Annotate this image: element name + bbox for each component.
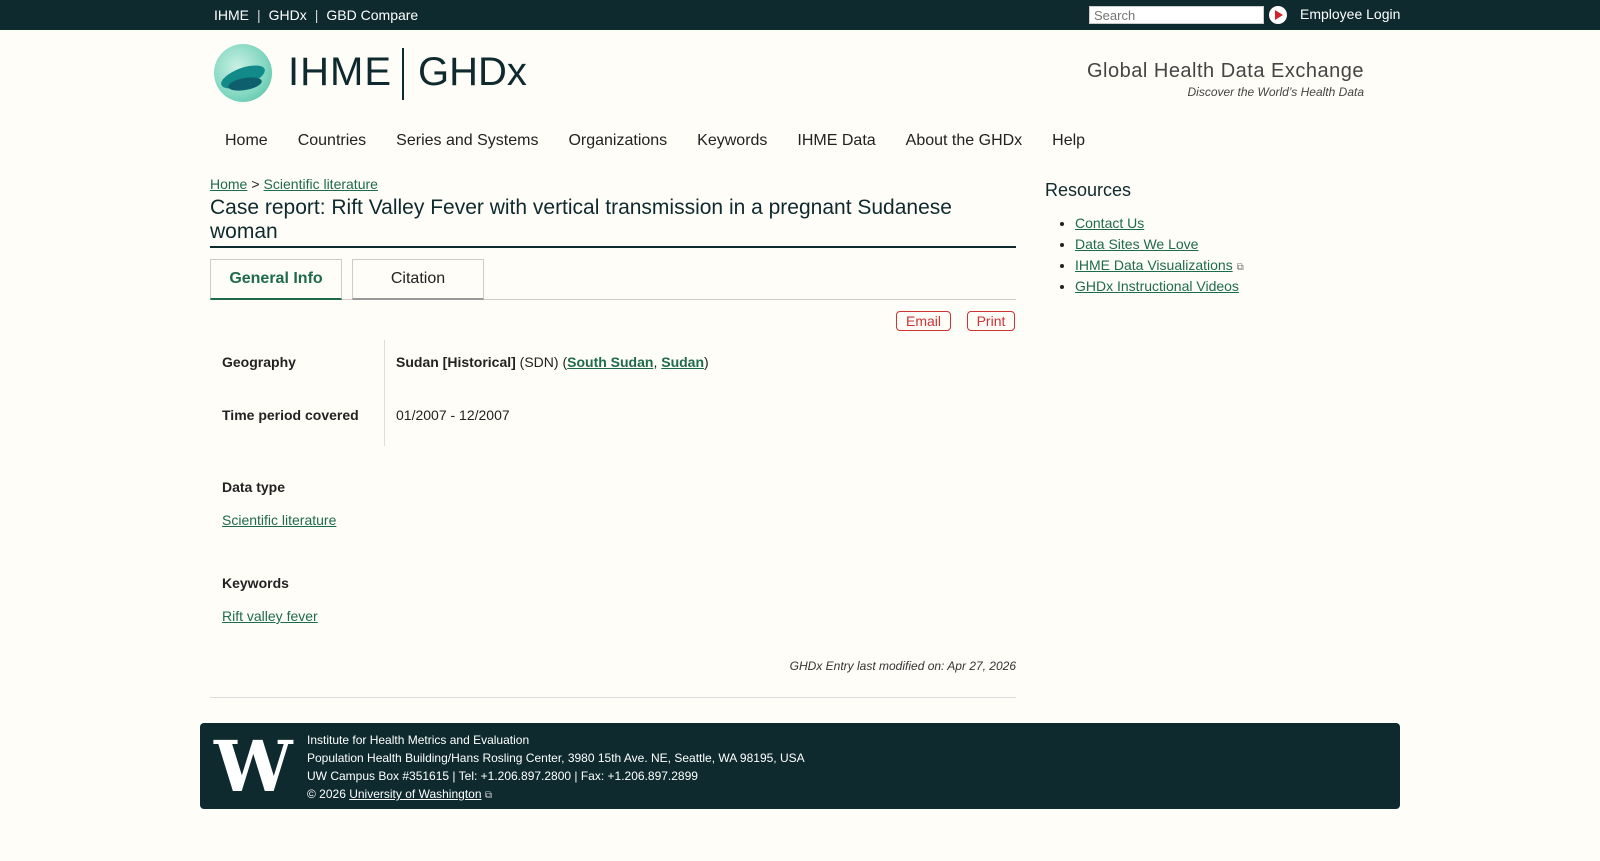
resource-data-sites[interactable]: Data Sites We Love: [1075, 236, 1198, 252]
logo-divider: [402, 48, 404, 100]
footer-copyright: © 2026 University of Washington ⧉: [307, 785, 805, 805]
footer-address: Institute for Health Metrics and Evaluat…: [307, 731, 805, 805]
list-item: IHME Data Visualizations ⧉: [1075, 255, 1244, 276]
breadcrumb-current[interactable]: Scientific literature: [264, 176, 378, 192]
geography-link-sudan[interactable]: Sudan: [661, 354, 704, 370]
nav-organizations[interactable]: Organizations: [568, 132, 667, 150]
geography-value: Sudan [Historical] (SDN) (South Sudan, S…: [396, 354, 709, 370]
data-type-link[interactable]: Scientific literature: [222, 512, 336, 528]
external-link-icon: ⧉: [1236, 262, 1244, 273]
geography-label: Geography: [222, 354, 296, 370]
list-item: GHDx Instructional Videos: [1075, 276, 1244, 297]
search-submit-button[interactable]: [1269, 6, 1287, 24]
resource-ihme-visualizations[interactable]: IHME Data Visualizations: [1075, 257, 1233, 273]
copyright-text: © 2026: [307, 787, 350, 801]
site-subtagline: Discover the World’s Health Data: [1187, 85, 1364, 99]
nav-series-and-systems[interactable]: Series and Systems: [396, 132, 538, 150]
page-title: Case report: Rift Valley Fever with vert…: [210, 196, 1016, 248]
geography-name: Sudan [Historical]: [396, 354, 516, 370]
resources-title: Resources: [1045, 180, 1132, 200]
tab-citation[interactable]: Citation: [352, 259, 484, 300]
nav-ihme-data[interactable]: IHME Data: [797, 132, 875, 150]
time-period-value: 01/2007 - 12/2007: [396, 407, 510, 423]
main-nav: Home Countries Series and Systems Organi…: [225, 132, 1115, 150]
search-input[interactable]: [1089, 6, 1264, 24]
footer-org-name: Institute for Health Metrics and Evaluat…: [307, 733, 530, 747]
footer-contact-line: UW Campus Box #351615 | Tel: +1.206.897.…: [307, 769, 698, 783]
keywords-label: Keywords: [222, 575, 289, 591]
breadcrumb-separator: >: [251, 176, 260, 192]
employee-login-link[interactable]: Employee Login: [1300, 6, 1400, 22]
time-period-label: Time period covered: [222, 407, 359, 423]
geography-link-south-sudan[interactable]: South Sudan: [567, 354, 653, 370]
tab-general-info[interactable]: General Info: [210, 259, 342, 300]
nav-about-ghdx[interactable]: About the GHDx: [906, 132, 1023, 150]
top-links: IHME | GHDx | GBD Compare: [214, 0, 418, 30]
ihme-logo-icon[interactable]: [214, 44, 272, 102]
uw-link[interactable]: University of Washington: [349, 787, 481, 801]
resources-list: Contact Us Data Sites We Love IHME Data …: [1075, 213, 1244, 297]
logo-ihme-text[interactable]: IHME: [288, 50, 392, 95]
breadcrumb: Home > Scientific literature: [210, 176, 378, 192]
separator: |: [257, 7, 261, 23]
nav-help[interactable]: Help: [1052, 132, 1085, 150]
last-modified-text: GHDx Entry last modified on: Apr 27, 202…: [789, 659, 1016, 673]
geography-code: (SDN) (: [515, 354, 568, 370]
list-item: Data Sites We Love: [1075, 234, 1244, 255]
data-type-label: Data type: [222, 479, 286, 495]
top-link-gbd-compare[interactable]: GBD Compare: [326, 7, 418, 23]
nav-countries[interactable]: Countries: [298, 132, 366, 150]
field-divider: [384, 340, 385, 446]
site-tagline: Global Health Data Exchange: [1087, 60, 1364, 82]
list-item: Contact Us: [1075, 213, 1244, 234]
uw-logo-icon[interactable]: W: [214, 732, 293, 802]
breadcrumb-home[interactable]: Home: [210, 176, 247, 192]
top-link-ihme[interactable]: IHME: [214, 7, 249, 23]
keyword-link[interactable]: Rift valley fever: [222, 608, 318, 624]
nav-home[interactable]: Home: [225, 132, 268, 150]
top-link-ghdx[interactable]: GHDx: [269, 7, 307, 23]
logo-ghdx-text[interactable]: GHDx: [418, 50, 527, 95]
print-button[interactable]: Print: [967, 311, 1015, 331]
footer-address-line: Population Health Building/Hans Rosling …: [307, 751, 805, 765]
separator: |: [314, 7, 319, 23]
top-bar: IHME | GHDx | GBD Compare Employee Login: [0, 0, 1600, 30]
email-button[interactable]: Email: [896, 311, 951, 331]
nav-keywords[interactable]: Keywords: [697, 132, 767, 150]
play-arrow-icon: [1275, 10, 1283, 20]
content-divider: [210, 697, 1016, 698]
geography-close: ): [704, 354, 709, 370]
footer: W Institute for Health Metrics and Evalu…: [200, 723, 1400, 809]
resource-instructional-videos[interactable]: GHDx Instructional Videos: [1075, 278, 1239, 294]
resource-contact-us[interactable]: Contact Us: [1075, 215, 1144, 231]
external-link-icon: ⧉: [484, 790, 492, 801]
